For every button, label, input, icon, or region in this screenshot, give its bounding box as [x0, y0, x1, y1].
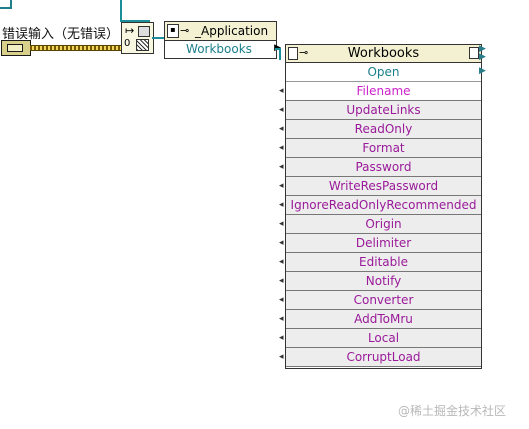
- node-title: Workbooks: [347, 46, 420, 61]
- refnum-wire[interactable]: [279, 48, 281, 60]
- parameter-label: CorruptLoad: [346, 350, 421, 364]
- refnum-wire[interactable]: [152, 37, 164, 39]
- parameter-row[interactable]: ◂ Notify: [279, 272, 481, 291]
- node-title: _Application: [195, 24, 269, 38]
- parameter-row[interactable]: ◂ Origin: [279, 215, 481, 234]
- automation-open-node[interactable]: ↦ 0: [121, 22, 154, 54]
- input-terminal-icon[interactable]: ◂: [279, 352, 284, 362]
- input-terminal-icon[interactable]: ◂: [279, 200, 284, 210]
- parameter-row[interactable]: ◂ CorruptLoad: [279, 348, 481, 367]
- terminal-arrow-icon[interactable]: ▶: [479, 52, 486, 62]
- input-terminal-icon[interactable]: ◂: [279, 162, 284, 172]
- node-header: ▪ ⊸ _Application: [165, 22, 276, 41]
- object-icon: [138, 26, 150, 37]
- input-terminal-icon[interactable]: ◂: [279, 257, 284, 267]
- property-workbooks[interactable]: Workbooks: [165, 41, 273, 58]
- parameter-row[interactable]: ◂ Editable: [279, 253, 481, 272]
- input-terminal-icon[interactable]: ◂: [279, 295, 284, 305]
- parameter-row[interactable]: ◂ Delimiter: [279, 234, 481, 253]
- parameter-row[interactable]: ◂ AddToMru: [279, 310, 481, 329]
- error-cluster-icon[interactable]: [1, 40, 31, 56]
- refnum-out-icon: [469, 47, 479, 59]
- node-header: ⊸ Workbooks: [286, 45, 481, 63]
- parameter-label: IgnoreReadOnlyRecommended: [290, 198, 477, 212]
- input-terminal-icon[interactable]: ◂: [279, 181, 284, 191]
- input-terminal-icon[interactable]: ◂: [279, 143, 284, 153]
- parameter-row[interactable]: ◂ Local: [279, 329, 481, 348]
- parameter-label: Notify: [365, 274, 402, 288]
- parameter-label: Format: [362, 141, 405, 155]
- parameter-row[interactable]: ◂ Converter: [279, 291, 481, 310]
- parameter-row[interactable]: ◂ ReadOnly: [279, 120, 481, 139]
- parameter-row[interactable]: ◂ Format: [279, 139, 481, 158]
- plug-icon: ⊸: [180, 24, 190, 37]
- parameter-label: ReadOnly: [354, 122, 413, 136]
- input-terminal-icon[interactable]: ◂: [279, 86, 284, 96]
- parameter-label: Delimiter: [355, 236, 412, 250]
- parameter-row[interactable]: ◂ WriteResPassword: [279, 177, 481, 196]
- input-terminal-icon[interactable]: ◂: [279, 124, 284, 134]
- parameter-label: Origin: [365, 217, 402, 231]
- parameter-label: Local: [367, 331, 400, 345]
- parameter-label: Converter: [353, 293, 414, 307]
- parameter-row[interactable]: ◂ IgnoreReadOnlyRecommended: [279, 196, 481, 215]
- input-terminal-icon[interactable]: ◂: [279, 276, 284, 286]
- parameter-label: Editable: [359, 255, 408, 269]
- parameter-label: Filename: [356, 84, 411, 98]
- control-fragment: [0, 0, 12, 9]
- workbooks-invoke-node[interactable]: ⊸ Workbooks Open ◂ Filename ◂ UpdateLinks ◂ R…: [279, 44, 482, 369]
- parameter-label: Password: [355, 160, 412, 174]
- error-wire[interactable]: [30, 45, 121, 51]
- parameter-label: UpdateLinks: [346, 103, 421, 117]
- terminal-arrow-icon[interactable]: ▶: [479, 66, 486, 76]
- parameter-label: WriteResPassword: [328, 179, 439, 193]
- terminal-arrow-icon: ↦: [125, 24, 135, 37]
- parameter-row[interactable]: ◂ Filename: [279, 82, 481, 101]
- input-terminal-icon[interactable]: ◂: [279, 314, 284, 324]
- parameter-label: AddToMru: [354, 312, 413, 326]
- refnum-icon: ▪: [167, 24, 179, 38]
- grid-icon: [136, 39, 149, 51]
- parameter-row[interactable]: ◂ UpdateLinks: [279, 101, 481, 120]
- parameter-list: ◂ Filename ◂ UpdateLinks ◂ ReadOnly ◂ Format ◂ Pa…: [279, 82, 481, 367]
- refnum-wire[interactable]: [120, 0, 122, 22]
- input-terminal-icon[interactable]: ◂: [279, 105, 284, 115]
- application-property-node[interactable]: ▪ ⊸ _Application Workbooks ▶: [164, 21, 281, 59]
- input-terminal-icon[interactable]: ◂: [279, 238, 284, 248]
- parameter-row[interactable]: ◂ Password: [279, 158, 481, 177]
- method-open[interactable]: Open: [286, 63, 481, 82]
- index-label: 0: [124, 38, 131, 49]
- input-terminal-icon[interactable]: ◂: [279, 333, 284, 343]
- watermark: @稀土掘金技术社区: [398, 404, 507, 418]
- input-terminal-icon[interactable]: ◂: [279, 219, 284, 229]
